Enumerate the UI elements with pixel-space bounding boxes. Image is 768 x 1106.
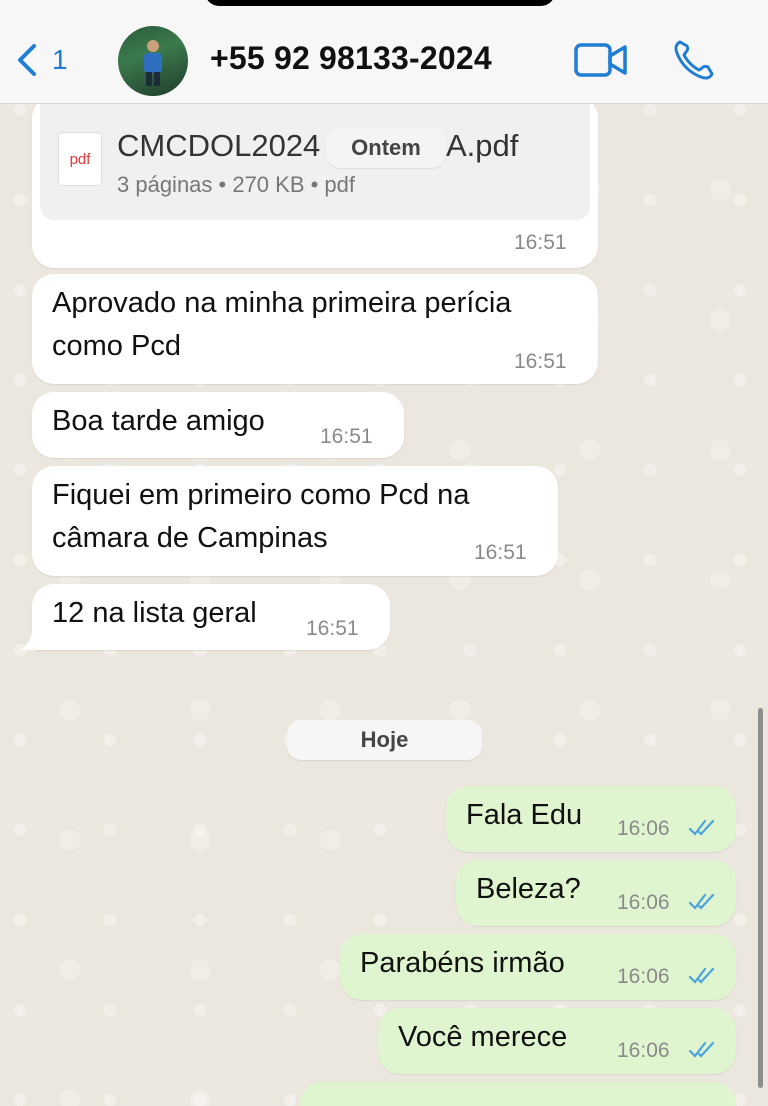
message-time: 16:51 [514, 231, 567, 254]
message-text: como Pcd [52, 330, 181, 362]
pdf-file-icon: pdf [58, 132, 102, 186]
message-text: Fiquei em primeiro como Pcd na [52, 479, 470, 511]
message-time: 16:51 [320, 425, 373, 448]
message-text: Parabéns irmão [360, 947, 565, 979]
video-call-icon[interactable] [573, 40, 629, 80]
person-icon [144, 40, 162, 86]
device-notch [205, 0, 555, 6]
contact-name[interactable]: +55 92 98133-2024 [210, 40, 492, 77]
message-text: Você merece [398, 1021, 568, 1053]
message-time: 16:06 [617, 891, 670, 914]
message-text: 12 na lista geral [52, 597, 257, 629]
message-text: Aprovado na minha primeira perícia [52, 287, 512, 319]
message-time: 16:06 [617, 965, 670, 988]
read-receipt-icon [688, 819, 715, 836]
message-text: Boa tarde amigo [52, 405, 265, 437]
avatar[interactable] [118, 26, 188, 96]
unread-count: 1 [52, 44, 68, 75]
pdf-file-name-start: CMCDOL2024 [117, 128, 321, 163]
message-text: Beleza? [476, 873, 581, 905]
message-text: câmara de Campinas [52, 522, 328, 554]
message-time: 16:51 [306, 617, 359, 640]
message-time: 16:06 [617, 817, 670, 840]
date-label-yesterday: Ontem [326, 128, 446, 168]
message-time: 16:06 [617, 1039, 670, 1062]
read-receipt-icon [688, 967, 715, 984]
read-receipt-icon [688, 893, 715, 910]
chevron-left-icon [18, 44, 36, 76]
pdf-file-meta: 3 páginas • 270 KB • pdf [117, 172, 356, 197]
outgoing-message-partial[interactable] [300, 1082, 736, 1106]
message-time: 16:51 [514, 350, 567, 373]
date-label-today: Hoje [287, 720, 482, 760]
scrollbar[interactable] [758, 708, 763, 1088]
pdf-file-name-end: A.pdf [446, 128, 519, 163]
back-button[interactable]: 1 [14, 40, 68, 80]
chat-header: 1 +55 92 98133-2024 [0, 0, 768, 104]
message-time: 16:51 [474, 541, 527, 564]
read-receipt-icon [688, 1041, 715, 1058]
message-text: Fala Edu [466, 799, 583, 831]
phone-call-icon[interactable] [670, 36, 718, 84]
pdf-file-name: CMCDOL2024 [117, 128, 320, 164]
